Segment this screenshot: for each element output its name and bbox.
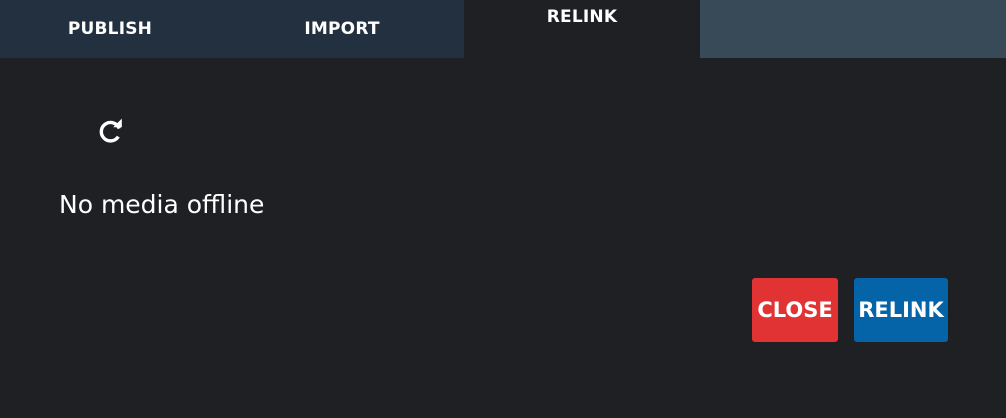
refresh-icon-graphic — [99, 118, 122, 143]
close-button[interactable]: CLOSE — [752, 278, 838, 342]
tab-relink[interactable]: RELINK — [464, 0, 700, 58]
refresh-icon[interactable] — [94, 114, 128, 148]
status-message: No media offline — [59, 190, 265, 219]
relink-panel: PUBLISH IMPORT RELINK No media offline C… — [0, 0, 1006, 418]
tab-publish[interactable]: PUBLISH — [0, 0, 220, 58]
tab-import[interactable]: IMPORT — [220, 0, 464, 58]
tab-bar: PUBLISH IMPORT RELINK — [0, 0, 1006, 58]
relink-button[interactable]: RELINK — [854, 278, 948, 342]
